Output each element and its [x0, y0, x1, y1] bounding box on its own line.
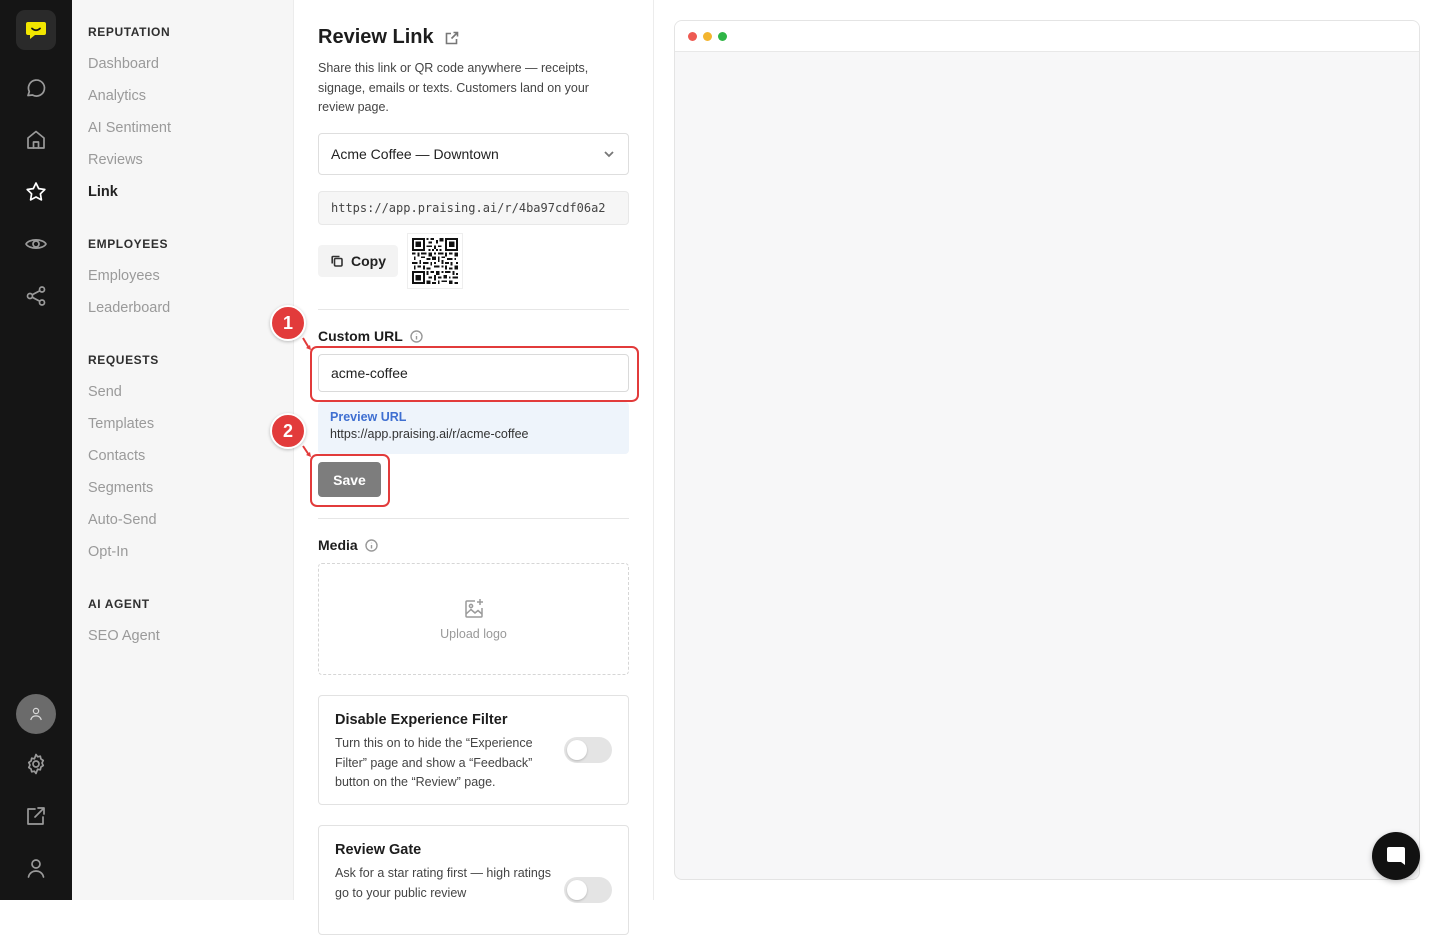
sidebar-item-link[interactable]: Link: [88, 184, 118, 200]
sidebar-item-auto-send[interactable]: Auto-Send: [88, 512, 157, 528]
info-icon[interactable]: [410, 329, 423, 343]
experience-filter-title: Disable Experience Filter: [335, 712, 508, 728]
sidebar-item-send[interactable]: Send: [88, 384, 122, 400]
info-icon[interactable]: [364, 538, 378, 552]
sidebar-item-contacts[interactable]: Contacts: [88, 448, 145, 464]
sidebar-item-analytics[interactable]: Analytics: [88, 88, 146, 104]
custom-url-label: Custom URL: [318, 328, 403, 344]
upload-logo-label: Upload logo: [440, 627, 507, 641]
chevron-down-icon: [604, 151, 614, 158]
logo-icon[interactable]: [16, 10, 56, 50]
media-label-row: Media: [318, 537, 378, 553]
preview-url-box: Preview URL https://app.praising.ai/r/ac…: [318, 402, 629, 454]
sidebar-item-seo-agent[interactable]: SEO Agent: [88, 628, 160, 644]
star-icon[interactable]: [16, 172, 56, 212]
custom-url-value: acme-coffee: [331, 365, 408, 381]
divider: [318, 518, 629, 519]
chat-bubble-icon: [1387, 847, 1405, 865]
annotation-arrow: [302, 445, 311, 457]
page-description: Share this link or QR code anywhere — re…: [318, 61, 589, 114]
support-chat-button[interactable]: [1372, 832, 1420, 880]
copy-label: Copy: [351, 253, 386, 269]
media-label: Media: [318, 537, 358, 553]
icon-rail: [0, 0, 72, 900]
experience-filter-card: Disable Experience Filter Turn this on t…: [318, 695, 629, 805]
experience-filter-toggle[interactable]: [564, 737, 612, 763]
logo-upload-dropzone[interactable]: Upload logo: [318, 563, 629, 675]
step-badge-1: 1: [270, 305, 306, 341]
external-link-icon[interactable]: [16, 796, 56, 836]
image-upload-icon: [464, 599, 483, 618]
review-gate-description: Ask for a star rating first — high ratin…: [335, 866, 552, 900]
title-row: Review Link: [318, 26, 460, 49]
sidebar-item-segments[interactable]: Segments: [88, 480, 153, 496]
location-select[interactable]: Acme Coffee — Downtown: [318, 133, 629, 175]
experience-filter-description: Turn this on to hide the “Experience Fil…: [335, 736, 533, 789]
nav-section-reputation: REPUTATION: [88, 25, 171, 39]
review-gate-card: Review Gate Ask for a star rating first …: [318, 825, 629, 935]
nav-sidebar: REPUTATION Dashboard Analytics AI Sentim…: [72, 0, 294, 900]
location-select-value: Acme Coffee — Downtown: [331, 146, 499, 162]
review-gate-title: Review Gate: [335, 842, 422, 858]
preview-url-label: Preview URL: [330, 410, 407, 424]
maximize-dot-icon: [718, 31, 727, 41]
close-dot-icon: [688, 31, 697, 41]
sidebar-item-reviews[interactable]: Reviews: [88, 152, 143, 168]
eye-icon[interactable]: [16, 224, 56, 264]
nav-section-employees: EMPLOYEES: [88, 237, 169, 251]
sidebar-item-employees[interactable]: Employees: [88, 268, 160, 284]
copy-icon: [331, 255, 343, 267]
copy-button[interactable]: Copy: [318, 245, 398, 277]
custom-url-input[interactable]: acme-coffee: [318, 354, 629, 392]
custom-url-label-row: Custom URL: [318, 328, 423, 344]
avatar[interactable]: [16, 694, 56, 734]
review-link-panel: Review Link Share this link or QR code a…: [294, 0, 654, 935]
divider: [318, 309, 629, 310]
preview-window: [674, 20, 1420, 880]
gear-icon[interactable]: [16, 744, 56, 784]
home-icon[interactable]: [16, 120, 56, 160]
save-button[interactable]: Save: [318, 462, 381, 497]
review-gate-toggle[interactable]: [564, 877, 612, 903]
user-icon[interactable]: [16, 848, 56, 888]
sidebar-item-leaderboard[interactable]: Leaderboard: [88, 300, 170, 316]
review-url-text: https://app.praising.ai/r/4ba97cdf06a2: [331, 201, 606, 215]
sidebar-item-templates[interactable]: Templates: [88, 416, 154, 432]
review-url-field[interactable]: https://app.praising.ai/r/4ba97cdf06a2: [318, 191, 629, 225]
chat-icon[interactable]: [16, 68, 56, 108]
annotation-arrow: [302, 337, 311, 350]
sidebar-item-ai-sentiment[interactable]: AI Sentiment: [88, 120, 171, 136]
window-titlebar: [675, 21, 1419, 52]
page-title: Review Link: [318, 26, 434, 48]
minimize-dot-icon: [703, 31, 712, 41]
share-icon[interactable]: [16, 276, 56, 316]
step-badge-2: 2: [270, 413, 306, 449]
preview-url-text: https://app.praising.ai/r/acme-coffee: [330, 427, 529, 441]
nav-section-ai-agent: AI AGENT: [88, 597, 150, 611]
qr-code[interactable]: [407, 233, 463, 289]
sidebar-item-opt-in[interactable]: Opt-In: [88, 544, 128, 560]
nav-section-requests: REQUESTS: [88, 353, 159, 367]
sidebar-item-dashboard[interactable]: Dashboard: [88, 56, 159, 72]
open-external-icon[interactable]: [444, 30, 460, 46]
